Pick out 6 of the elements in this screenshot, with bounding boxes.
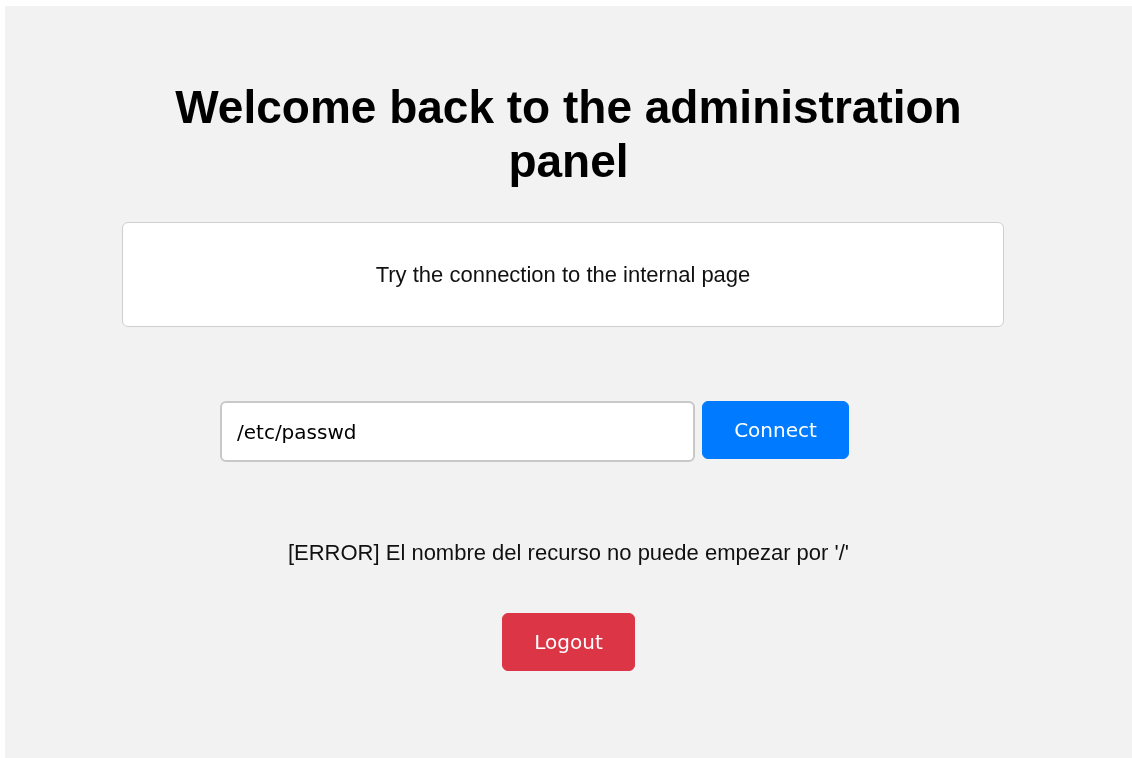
page-title: Welcome back to the administration panel [174, 80, 963, 188]
error-message: [ERROR] El nombre del recurso no puede empezar por '/' [286, 539, 851, 567]
resource-input-field[interactable]: /etc/passwd [220, 401, 695, 462]
connect-button[interactable]: Connect [702, 401, 849, 459]
logout-button[interactable]: Logout [502, 613, 635, 671]
info-text: Try the connection to the internal page [375, 261, 751, 289]
